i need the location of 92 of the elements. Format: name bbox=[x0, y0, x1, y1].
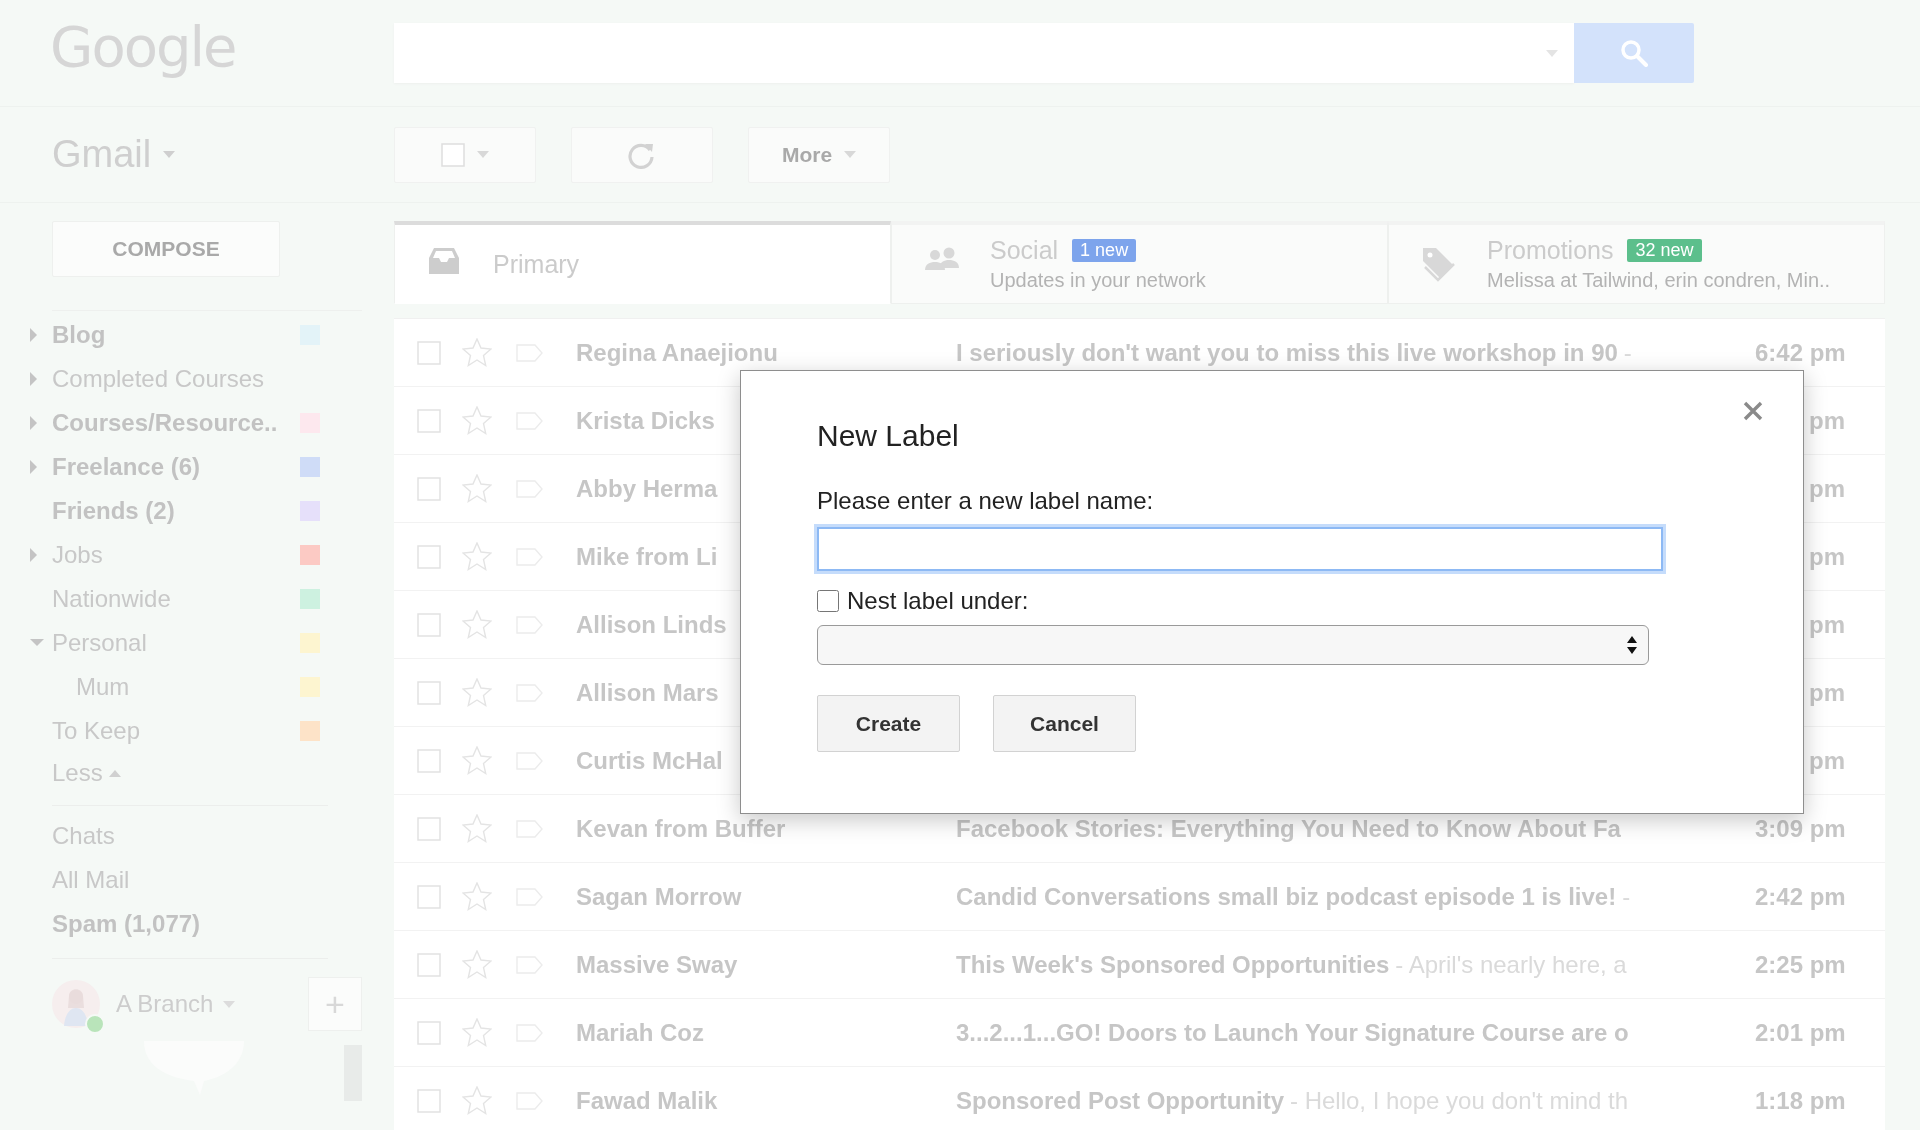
sender-name: Allison Linds bbox=[576, 610, 727, 638]
row-checkbox[interactable] bbox=[417, 1020, 441, 1045]
star-icon[interactable] bbox=[462, 541, 492, 572]
email-snippet: - bbox=[1622, 882, 1631, 910]
email-subject: 3...2...1...GO! Doors to Launch Your Signature Course are o bbox=[956, 1018, 1629, 1046]
caret-icon[interactable] bbox=[108, 769, 121, 777]
star-icon[interactable] bbox=[462, 813, 492, 844]
row-checkbox[interactable] bbox=[417, 612, 441, 637]
sender-name: Mike from Li bbox=[576, 542, 718, 570]
caret-icon bbox=[844, 151, 857, 158]
sender-name: Massive Sway bbox=[576, 950, 738, 978]
email-time: 3:09 pm bbox=[1755, 814, 1847, 843]
label-name-field[interactable] bbox=[817, 527, 1663, 571]
email-time: 2:01 pm bbox=[1755, 1018, 1847, 1047]
star-icon[interactable] bbox=[462, 745, 492, 776]
star-icon[interactable] bbox=[462, 881, 492, 912]
select-button[interactable] bbox=[394, 126, 536, 183]
expand-arrow-icon[interactable] bbox=[30, 416, 38, 430]
refresh-button[interactable] bbox=[571, 126, 713, 183]
sender-name: Mariah Coz bbox=[576, 1018, 704, 1046]
star-icon[interactable] bbox=[462, 1017, 492, 1048]
star-icon[interactable] bbox=[462, 473, 492, 504]
dialog-title: New Label bbox=[817, 419, 960, 453]
expand-arrow-icon[interactable] bbox=[30, 460, 38, 474]
search-field[interactable] bbox=[394, 23, 1574, 83]
tag-icon bbox=[1421, 246, 1457, 282]
new-count: 1 new bbox=[1072, 239, 1137, 262]
star-icon[interactable] bbox=[462, 677, 492, 708]
sender-name: Fawad Malik bbox=[576, 1086, 718, 1114]
caret-icon[interactable] bbox=[1546, 49, 1558, 57]
email-time: 6:42 pm bbox=[1755, 338, 1847, 367]
close-icon[interactable] bbox=[1743, 401, 1763, 421]
email-subject: Facebook Stories: Everything You Need to Know About Fa bbox=[956, 814, 1621, 842]
row-checkbox[interactable] bbox=[417, 408, 441, 433]
prompt-text: Please enter a new label name: bbox=[817, 487, 1155, 515]
tab-subtitle: Updates in your network bbox=[990, 269, 1206, 292]
expand-arrow-icon[interactable] bbox=[30, 372, 38, 386]
email-time: pm bbox=[1808, 678, 1846, 707]
email-time: 1:18 pm bbox=[1755, 1086, 1847, 1115]
checkbox-label: Nest label under: bbox=[847, 587, 1029, 615]
updown-arrows-icon bbox=[1626, 636, 1638, 654]
star-icon[interactable] bbox=[462, 609, 492, 640]
expand-arrow-icon[interactable] bbox=[30, 548, 38, 562]
row-checkbox[interactable] bbox=[417, 884, 441, 909]
star-icon[interactable] bbox=[462, 405, 492, 436]
search-icon bbox=[1620, 39, 1648, 67]
row-checkbox[interactable] bbox=[417, 1088, 441, 1113]
caret-icon[interactable] bbox=[223, 1000, 236, 1008]
sender-name: Krista Dicks bbox=[576, 406, 715, 434]
email-subject: Candid Conversations small biz podcast episode 1 is live! bbox=[956, 882, 1617, 910]
row-checkbox[interactable] bbox=[417, 748, 441, 773]
parent-label-dropdown[interactable] bbox=[817, 625, 1649, 665]
email-subject: This Week's Sponsored Opportunities bbox=[956, 950, 1390, 978]
row-checkbox[interactable] bbox=[417, 476, 441, 501]
email-subject: Sponsored Post Opportunity bbox=[956, 1086, 1284, 1114]
row-checkbox[interactable] bbox=[417, 816, 441, 841]
sender-name: Kevan from Buffer bbox=[576, 814, 786, 842]
compose-button[interactable]: COMPOSE bbox=[52, 221, 280, 277]
row-checkbox[interactable] bbox=[417, 340, 441, 365]
row-checkbox[interactable] bbox=[417, 544, 441, 569]
row-checkbox[interactable] bbox=[417, 680, 441, 705]
email-time: 2:42 pm bbox=[1755, 882, 1847, 911]
star-icon[interactable] bbox=[462, 949, 492, 980]
email-time: pm bbox=[1808, 746, 1846, 775]
email-time: pm bbox=[1808, 610, 1846, 639]
create-button[interactable]: Create bbox=[817, 695, 960, 752]
sender-name: Sagan Morrow bbox=[576, 882, 742, 910]
add-button[interactable]: + bbox=[308, 977, 362, 1031]
sender-name: Allison Mars bbox=[576, 678, 719, 706]
cancel-button[interactable]: Cancel bbox=[993, 695, 1136, 752]
nest-checkbox[interactable] bbox=[817, 590, 839, 612]
search-button[interactable] bbox=[1574, 23, 1694, 83]
email-snippet: - bbox=[1623, 338, 1632, 366]
email-time: pm bbox=[1808, 474, 1846, 503]
email-time: pm bbox=[1808, 406, 1846, 435]
caret-icon[interactable] bbox=[163, 151, 176, 158]
row-checkbox[interactable] bbox=[417, 952, 441, 977]
star-icon[interactable] bbox=[462, 337, 492, 368]
collapse-arrow-icon[interactable] bbox=[30, 639, 44, 647]
email-time: 2:25 pm bbox=[1755, 950, 1847, 979]
sender-name: Regina Anaejionu bbox=[576, 338, 778, 366]
email-time: pm bbox=[1808, 542, 1846, 571]
caret-icon bbox=[477, 151, 489, 158]
tab-subtitle: Melissa at Tailwind, erin condren, Min.. bbox=[1487, 269, 1831, 292]
new-count: 32 new bbox=[1627, 239, 1702, 262]
sender-name: Abby Herma bbox=[576, 474, 718, 502]
star-icon[interactable] bbox=[462, 1085, 492, 1116]
email-subject: I seriously don't want you to miss this live workshop in 90 bbox=[956, 338, 1618, 366]
expand-arrow-icon[interactable] bbox=[30, 328, 38, 342]
more-button[interactable]: More bbox=[748, 126, 890, 183]
sender-name: Curtis McHal bbox=[576, 746, 723, 774]
checkbox-icon bbox=[441, 142, 465, 167]
